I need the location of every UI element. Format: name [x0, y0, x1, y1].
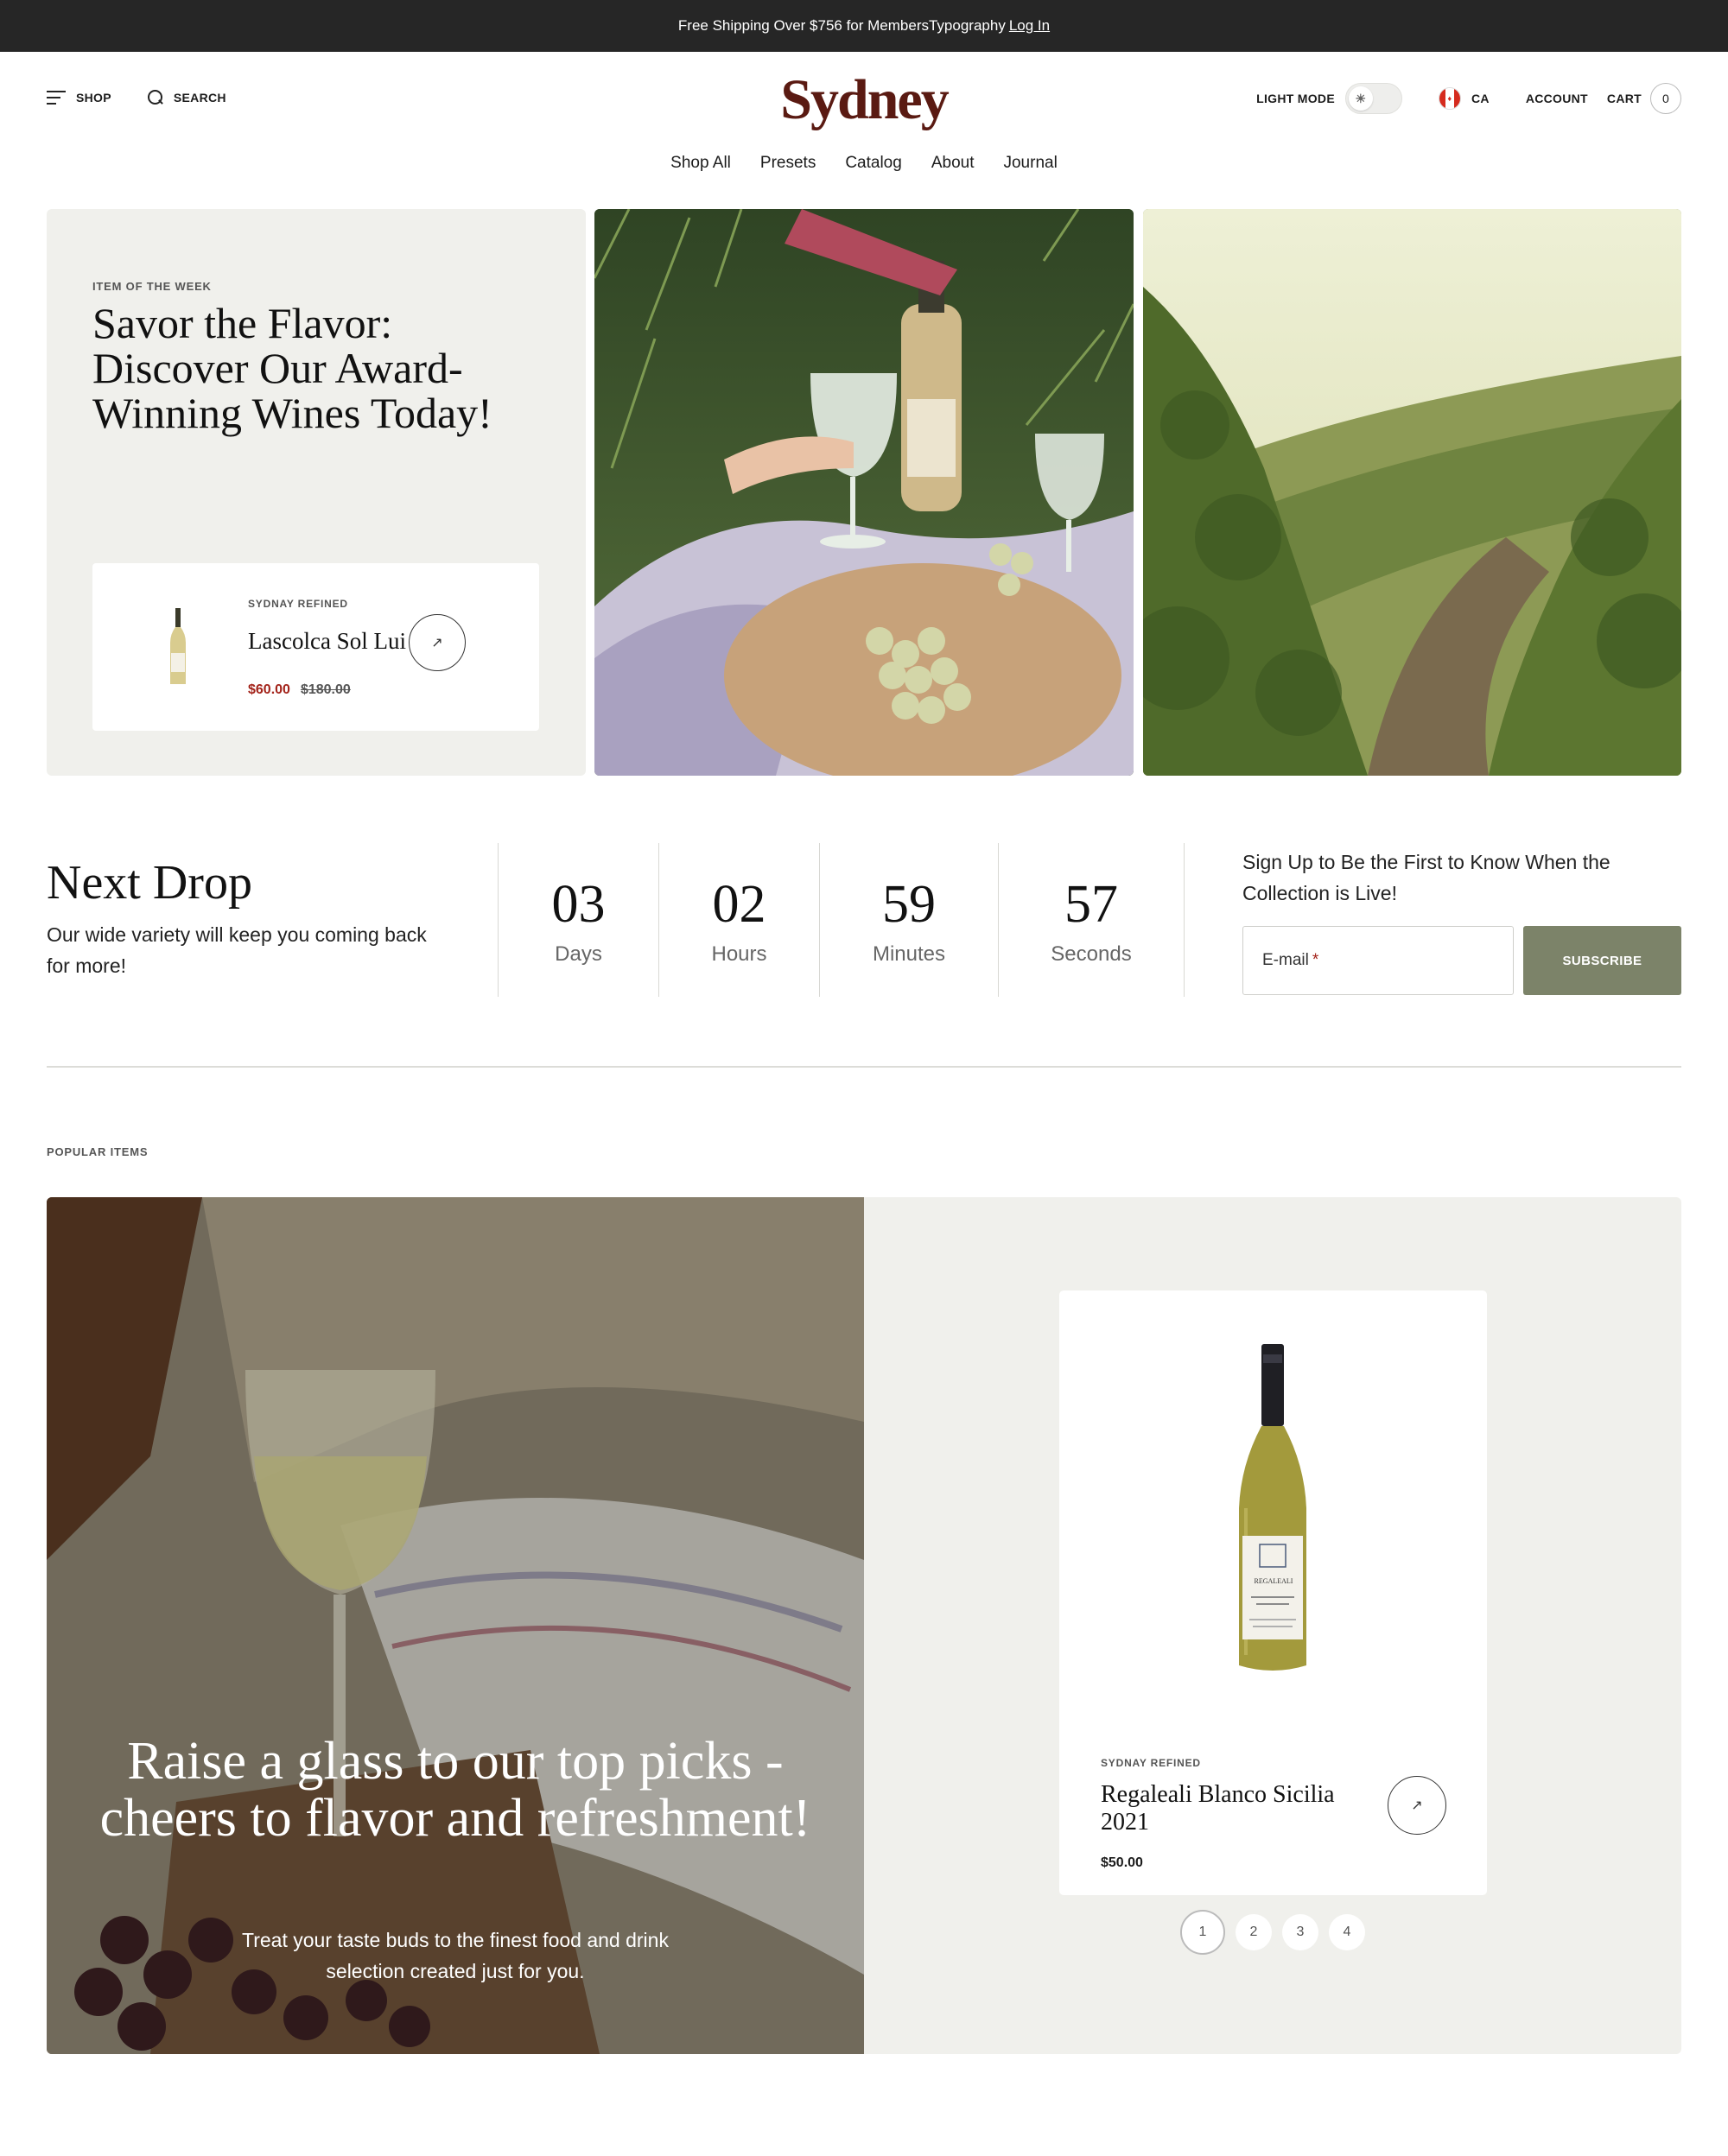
countdown-hours: 02 Hours	[658, 843, 819, 997]
section-divider	[47, 1066, 1681, 1068]
email-placeholder: E-mail	[1262, 951, 1309, 969]
light-mode-toggle[interactable]: ☀	[1344, 83, 1402, 114]
product-image	[1239, 1344, 1306, 1671]
promo-subtitle: Treat your taste buds to the finest food…	[242, 1929, 669, 1982]
sale-price: $60.00	[248, 682, 290, 697]
locale-selector[interactable]: ♦ CA	[1438, 87, 1490, 110]
popular-items-label: POPULAR ITEMS	[47, 1145, 149, 1158]
popular-promo-banner: Raise a glass to our top picks - cheers …	[47, 1197, 864, 2054]
email-field[interactable]: E-mail *	[1242, 926, 1514, 995]
popular-product-panel: REGALEALI SYDNAY REFINED Regaleali Blanc…	[864, 1197, 1681, 2054]
countdown-days-value: 03	[551, 875, 606, 934]
countdown-hours-value: 02	[712, 875, 766, 934]
countdown-seconds: 57 Seconds	[998, 843, 1184, 997]
cart-button[interactable]: CART 0	[1607, 83, 1681, 114]
required-mark: *	[1312, 951, 1319, 969]
arrow-up-right-icon[interactable]: ↗	[1388, 1776, 1446, 1835]
nav-journal[interactable]: Journal	[1003, 154, 1057, 173]
bottle-label-text: REGALEALI	[1254, 1577, 1293, 1585]
page-dot-4[interactable]: 4	[1329, 1914, 1365, 1950]
countdown-days: 03 Days	[498, 843, 658, 997]
popular-product-card[interactable]: REGALEALI SYDNAY REFINED Regaleali Blanc…	[1059, 1290, 1487, 1895]
countdown-seconds-value: 57	[1064, 875, 1118, 934]
light-mode-control: LIGHT MODE ☀	[1256, 83, 1402, 114]
promo-title: Raise a glass to our top picks - cheers …	[99, 1732, 811, 1848]
countdown-minutes-label: Minutes	[872, 942, 946, 966]
announcement-bar: Free Shipping Over $756 for MembersTypog…	[0, 0, 1728, 52]
countdown-days-label: Days	[555, 942, 602, 966]
product-vendor: SYDNAY REFINED	[248, 598, 348, 610]
announcement-text: Free Shipping Over $756 for MembersTypog…	[677, 17, 1006, 34]
carousel-pagination: 1 2 3 4	[1180, 1910, 1375, 1955]
light-mode-label: LIGHT MODE	[1256, 92, 1335, 105]
page-dot-3[interactable]: 3	[1282, 1914, 1318, 1950]
nav-catalog[interactable]: Catalog	[845, 154, 902, 173]
item-of-week-card: ITEM OF THE WEEK Savor the Flavor: Disco…	[47, 209, 586, 776]
cart-label: CART	[1606, 92, 1642, 105]
hero-image-vineyard	[1143, 209, 1681, 776]
product-vendor: SYDNAY REFINED	[1101, 1757, 1201, 1769]
countdown-seconds-label: Seconds	[1051, 942, 1132, 966]
original-price: $180.00	[300, 682, 351, 697]
nav-shop-all[interactable]: Shop All	[670, 154, 731, 173]
arrow-up-right-icon[interactable]: ↗	[409, 614, 466, 671]
next-drop-subtitle: Our wide variety will keep you coming ba…	[47, 923, 427, 977]
hero-image-pouring-wine	[594, 209, 1134, 776]
hero-title: Savor the Flavor: Discover Our Award-Win…	[92, 299, 492, 437]
main-nav: Shop All Presets Catalog About Journal	[0, 154, 1728, 173]
cart-count-badge: 0	[1650, 83, 1681, 114]
countdown-divider	[1184, 843, 1185, 997]
nav-about[interactable]: About	[931, 154, 975, 173]
subscribe-button[interactable]: SUBSCRIBE	[1523, 926, 1681, 995]
account-link[interactable]: ACCOUNT	[1526, 92, 1588, 105]
next-drop-title: Next Drop	[47, 856, 252, 910]
product-name[interactable]: Lascolca Sol Lui	[248, 628, 406, 655]
product-thumbnail	[170, 608, 186, 684]
canada-flag-icon: ♦	[1438, 87, 1461, 110]
countdown-minutes-value: 59	[882, 875, 936, 934]
sun-icon: ☀	[1348, 86, 1373, 111]
page-dot-1[interactable]: 1	[1180, 1910, 1225, 1955]
page-dot-2[interactable]: 2	[1236, 1914, 1272, 1950]
locale-label: CA	[1471, 92, 1490, 105]
product-name[interactable]: Regaleali Blanco Sicilia 2021	[1101, 1781, 1360, 1836]
product-price: $50.00	[1101, 1855, 1143, 1870]
site-header: SHOP SEARCH Sydney LIGHT MODE ☀ ♦ CA ACC…	[0, 52, 1728, 147]
login-link[interactable]: Log In	[1009, 17, 1050, 35]
signup-text: Sign Up to Be the First to Know When the…	[1242, 851, 1610, 904]
hero-eyebrow: ITEM OF THE WEEK	[92, 280, 212, 293]
featured-product-card[interactable]: SYDNAY REFINED Lascolca Sol Lui $60.00 $…	[92, 563, 539, 731]
countdown-minutes: 59 Minutes	[819, 843, 998, 997]
nav-presets[interactable]: Presets	[760, 154, 816, 173]
countdown-hours-label: Hours	[711, 942, 767, 966]
